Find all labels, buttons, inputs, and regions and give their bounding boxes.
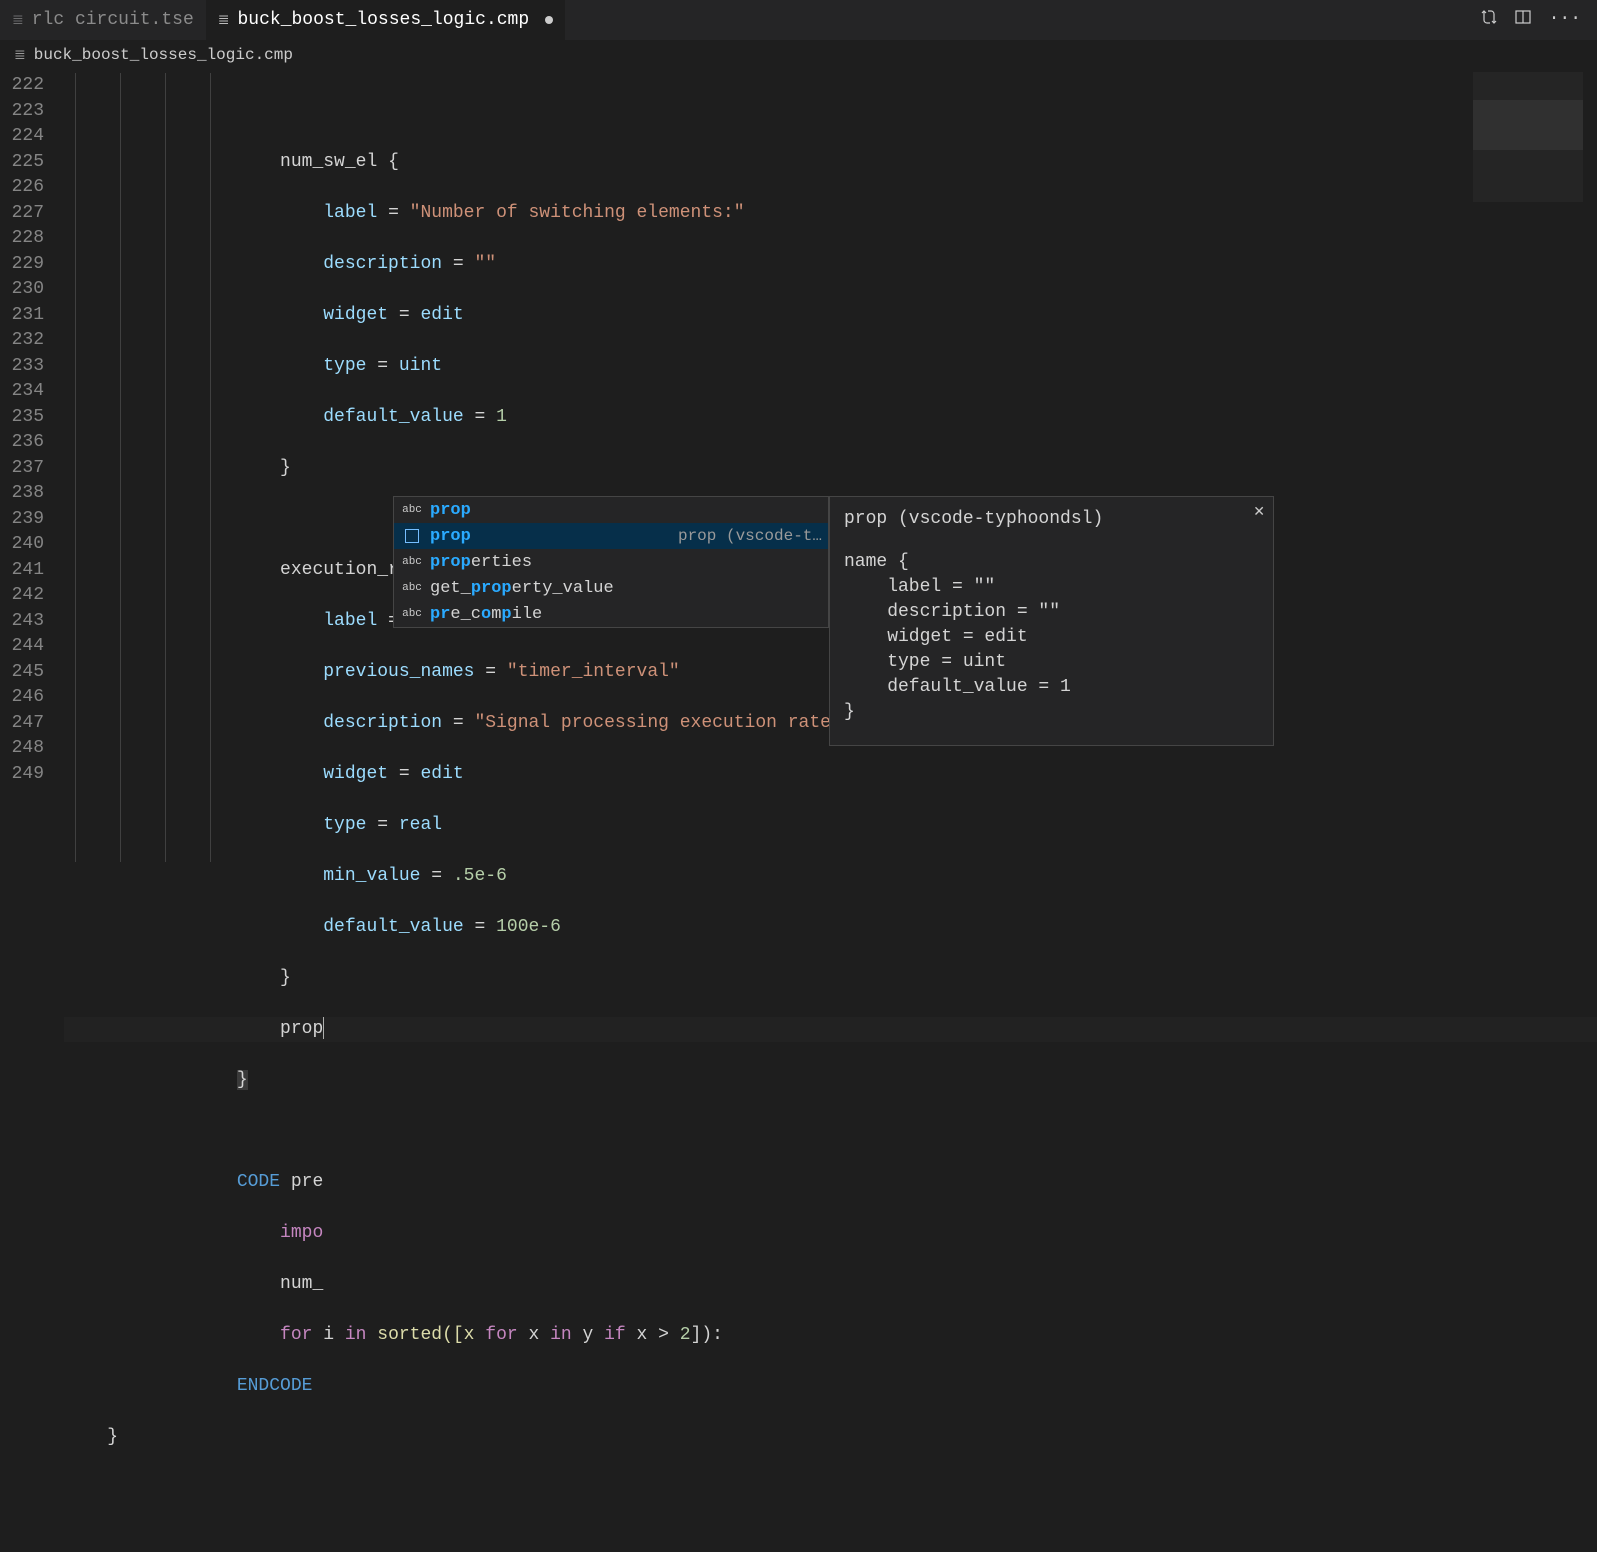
doc-body: name { label = "" description = "" widge…: [844, 550, 1259, 725]
doc-title: prop (vscode-typhoondsl): [844, 507, 1259, 532]
minimap-slider[interactable]: [1473, 100, 1583, 150]
suggest-item-selected[interactable]: prop prop (vscode-t…: [394, 523, 828, 549]
tab-rlc[interactable]: ≣ rlc circuit.tse: [0, 0, 206, 40]
tab-buck-boost[interactable]: ≣ buck_boost_losses_logic.cmp: [206, 0, 565, 40]
text-icon: abc: [400, 608, 424, 620]
suggest-documentation: ✕ prop (vscode-typhoondsl) name { label …: [829, 496, 1274, 746]
file-icon: ≣: [14, 47, 26, 64]
suggest-label: pre_compile: [430, 605, 542, 624]
more-actions-icon[interactable]: ···: [1549, 9, 1581, 31]
suggest-detail: prop (vscode-t…: [678, 527, 822, 545]
text-icon: abc: [400, 504, 424, 516]
compare-changes-icon[interactable]: [1481, 9, 1497, 31]
breadcrumb-label: buck_boost_losses_logic.cmp: [34, 46, 293, 64]
suggest-label: properties: [430, 553, 532, 572]
tab-label: buck_boost_losses_logic.cmp: [238, 10, 530, 30]
line-number-gutter: 222 223 224 225 226 227 228 229 230 231 …: [0, 71, 64, 860]
suggest-item[interactable]: abc get_property_value: [394, 575, 828, 601]
suggest-label: prop: [430, 501, 471, 520]
suggest-item[interactable]: abc prop: [394, 497, 828, 523]
snippet-icon: [400, 529, 424, 543]
suggest-label: get_property_value: [430, 579, 614, 598]
close-icon[interactable]: ✕: [1253, 501, 1265, 526]
tab-label: rlc circuit.tse: [32, 10, 194, 30]
editor[interactable]: 222 223 224 225 226 227 228 229 230 231 …: [0, 71, 1597, 860]
file-icon: ≣: [12, 12, 24, 29]
split-editor-icon[interactable]: [1515, 9, 1531, 31]
suggest-widget[interactable]: abc prop prop prop (vscode-t… abc proper…: [393, 496, 829, 628]
modified-indicator-icon: [545, 16, 553, 24]
breadcrumb[interactable]: ≣ buck_boost_losses_logic.cmp: [0, 40, 1597, 71]
suggest-item[interactable]: abc properties: [394, 549, 828, 575]
tab-bar: ≣ rlc circuit.tse ≣ buck_boost_losses_lo…: [0, 0, 1597, 40]
file-icon: ≣: [218, 12, 230, 29]
title-actions: ···: [1481, 9, 1597, 31]
suggest-label: prop: [430, 527, 471, 546]
suggest-item[interactable]: abc pre_compile: [394, 601, 828, 627]
text-cursor: [323, 1017, 324, 1039]
text-icon: abc: [400, 556, 424, 568]
text-icon: abc: [400, 582, 424, 594]
